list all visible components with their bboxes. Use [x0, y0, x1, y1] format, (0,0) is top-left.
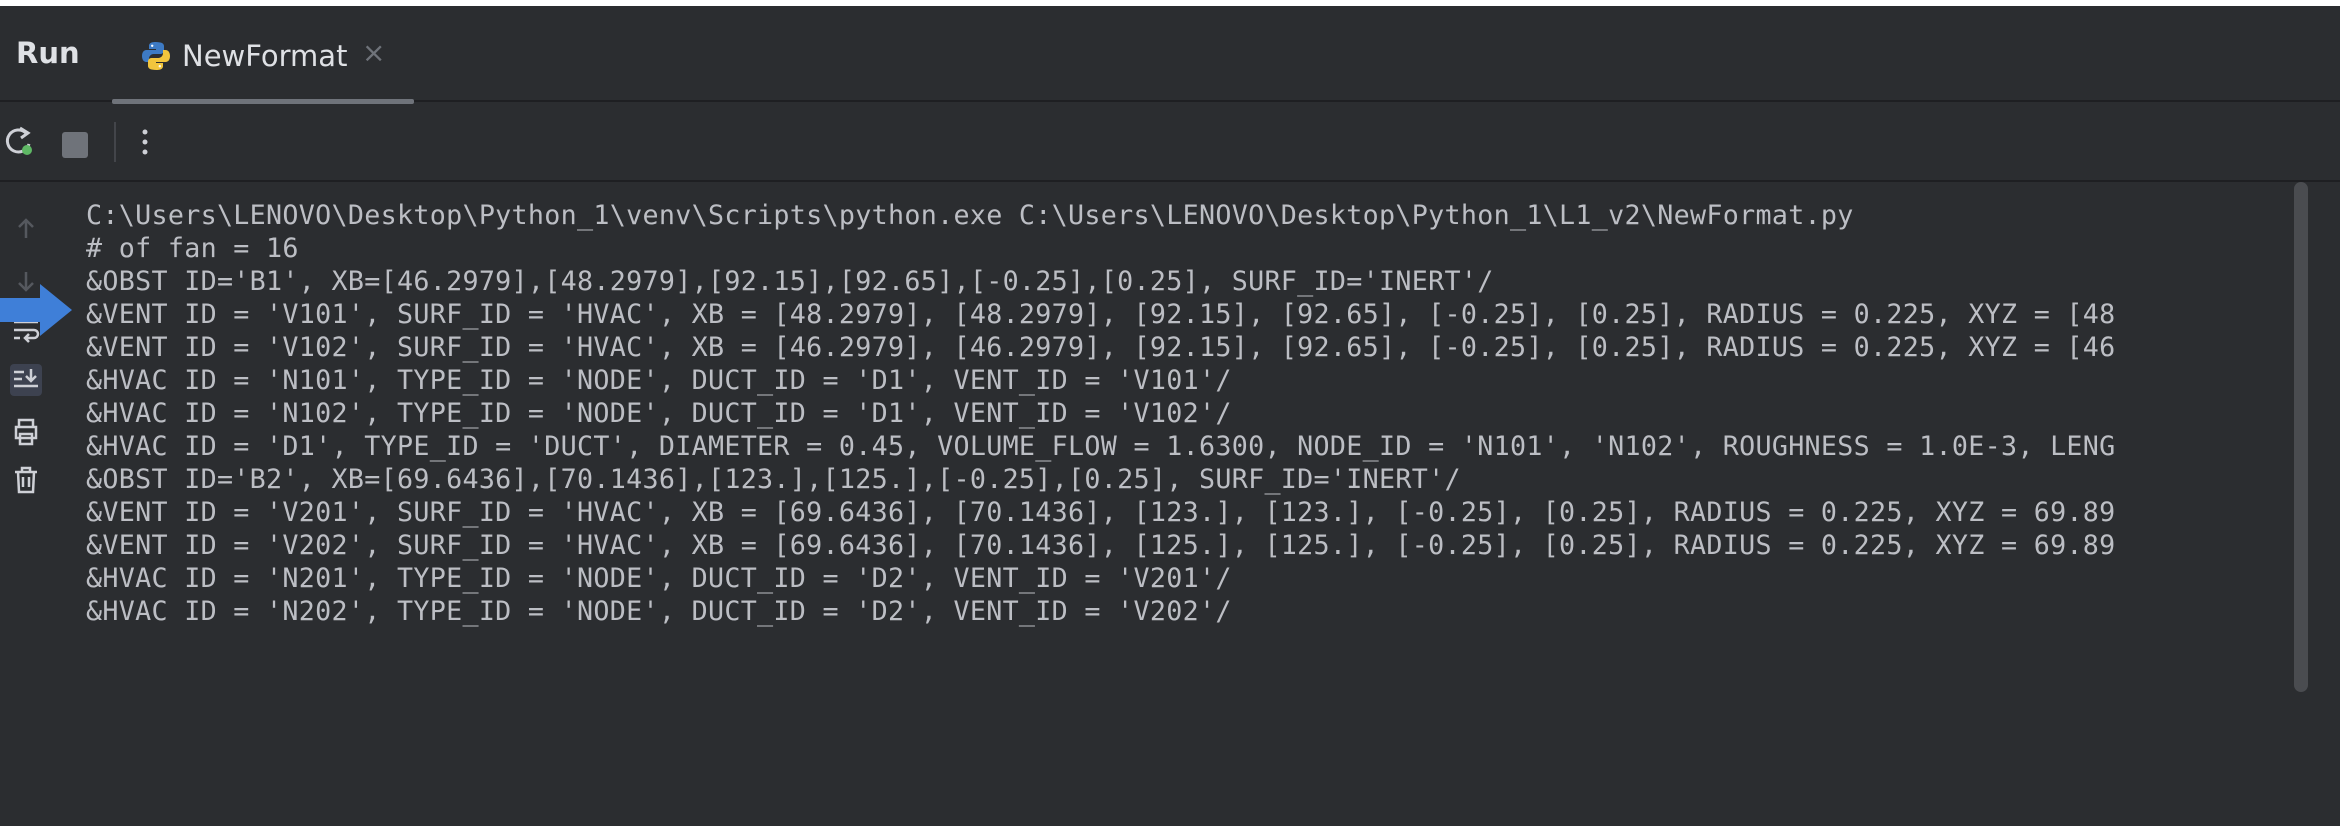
console-line: &HVAC ID = 'N201', TYPE_ID = 'NODE', DUC… — [86, 563, 1232, 594]
console-line: &HVAC ID = 'D1', TYPE_ID = 'DUCT', DIAME… — [86, 431, 2116, 462]
scroll-to-end-icon[interactable] — [10, 364, 42, 396]
console-line: &VENT ID = 'V101', SURF_ID = 'HVAC', XB … — [86, 299, 2116, 330]
run-tool-window: Run NewFormat × C:\Users\LENOVO\Desktop\… — [0, 6, 2340, 826]
console-line: &HVAC ID = 'N202', TYPE_ID = 'NODE', DUC… — [86, 596, 1232, 627]
console-output[interactable]: C:\Users\LENOVO\Desktop\Python_1\venv\Sc… — [62, 182, 2292, 826]
console-line: &HVAC ID = 'N102', TYPE_ID = 'NODE', DUC… — [86, 398, 1232, 429]
python-icon — [142, 42, 170, 70]
rerun-icon[interactable] — [2, 124, 36, 158]
toolbar-separator — [114, 122, 116, 162]
run-toolbar — [0, 102, 2340, 182]
print-icon[interactable] — [10, 416, 42, 448]
console-line: &OBST ID='B1', XB=[46.2979],[48.2979],[9… — [86, 266, 1494, 297]
console-line: &VENT ID = 'V201', SURF_ID = 'HVAC', XB … — [86, 497, 2116, 528]
console-side-toolbar — [0, 182, 62, 826]
more-icon[interactable] — [140, 122, 150, 162]
console-line: # of fan = 16 — [86, 233, 299, 264]
close-icon[interactable]: × — [362, 36, 385, 69]
stop-icon[interactable] — [62, 132, 88, 158]
tab-label: NewFormat — [182, 39, 348, 73]
run-tab-bar: Run NewFormat × — [0, 6, 2340, 104]
clear-all-icon[interactable] — [10, 464, 42, 496]
run-title: Run — [16, 36, 80, 70]
tab-newformat[interactable]: NewFormat × — [112, 6, 414, 104]
console-scrollbar[interactable] — [2294, 182, 2308, 692]
console-line: C:\Users\LENOVO\Desktop\Python_1\venv\Sc… — [86, 200, 1854, 231]
console-line: &VENT ID = 'V202', SURF_ID = 'HVAC', XB … — [86, 530, 2116, 561]
console-line: &OBST ID='B2', XB=[69.6436],[70.1436],[1… — [86, 464, 1461, 495]
annotation-arrow-icon — [0, 284, 72, 336]
console-line: &VENT ID = 'V102', SURF_ID = 'HVAC', XB … — [86, 332, 2116, 363]
scroll-up-icon[interactable] — [10, 212, 42, 244]
console-line: &HVAC ID = 'N101', TYPE_ID = 'NODE', DUC… — [86, 365, 1232, 396]
